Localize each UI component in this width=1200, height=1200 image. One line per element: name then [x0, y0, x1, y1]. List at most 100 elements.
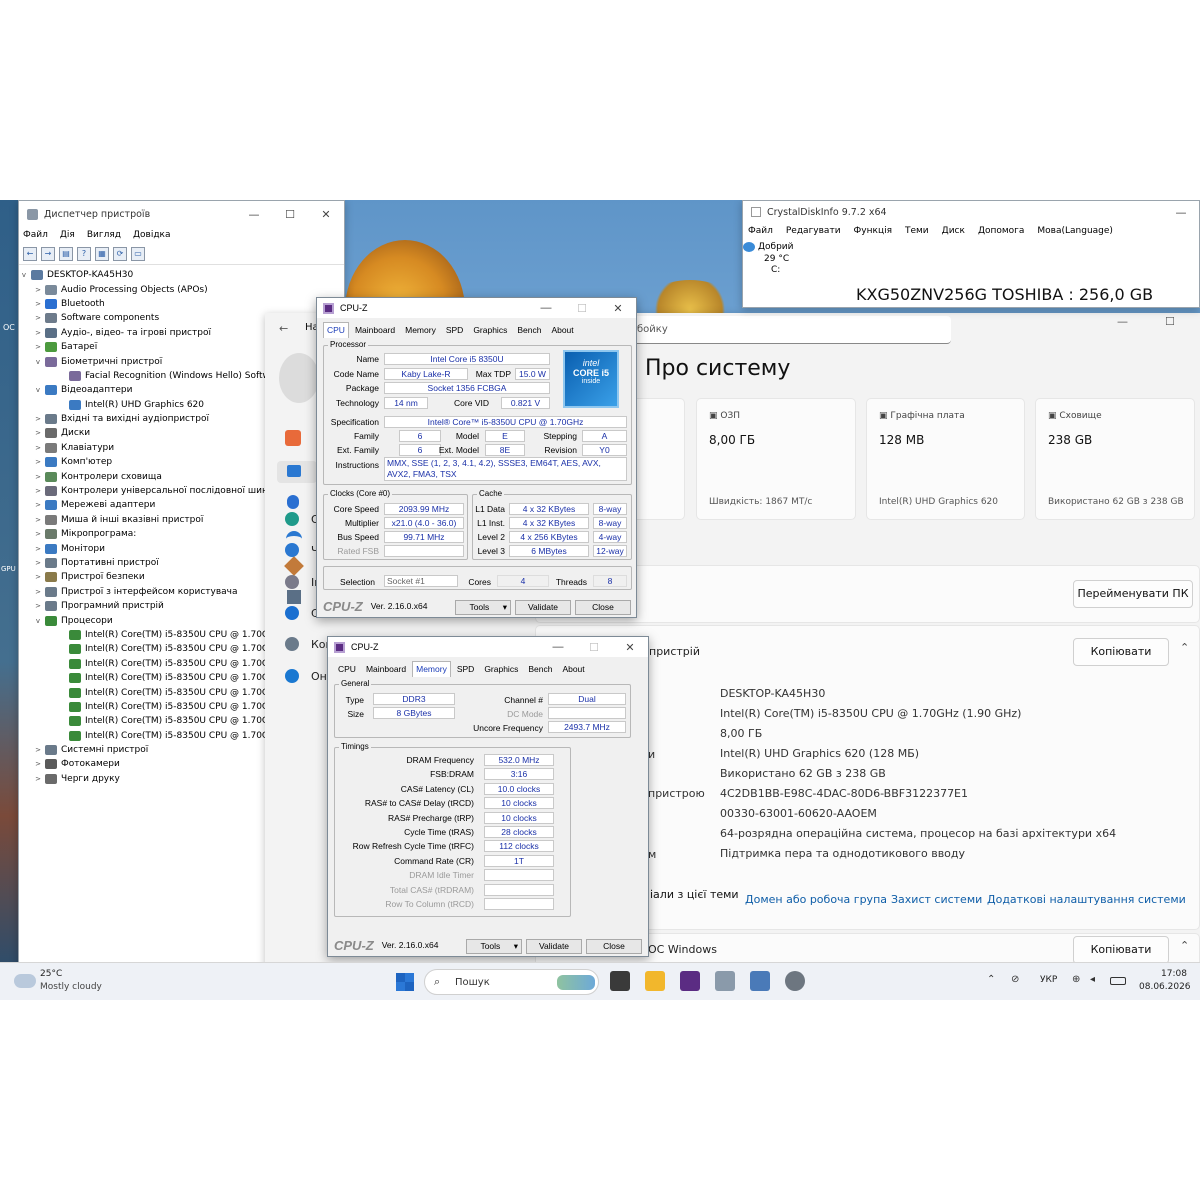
- clock-date[interactable]: 08.06.2026: [1139, 982, 1191, 992]
- link-advanced-settings[interactable]: Додаткові налаштування системи: [987, 893, 1186, 906]
- menu-item[interactable]: Файл: [748, 226, 773, 236]
- weather-temp[interactable]: 25°C: [40, 969, 62, 979]
- menu-item[interactable]: Теми: [905, 226, 929, 236]
- crystaldiskinfo-taskbar-icon[interactable]: [750, 971, 770, 991]
- back-arrow-icon[interactable]: ←: [23, 246, 37, 261]
- expand-icon[interactable]: >: [33, 329, 43, 337]
- menu-help[interactable]: Довідка: [133, 230, 171, 240]
- link-system-protection[interactable]: Захист системи: [891, 893, 982, 906]
- expand-icon[interactable]: >: [33, 343, 43, 351]
- expand-icon[interactable]: >: [33, 775, 43, 783]
- search-input[interactable]: бойку: [633, 316, 951, 344]
- tree-item[interactable]: > Bluetooth: [19, 297, 344, 311]
- device-manager-titlebar[interactable]: Диспетчер пристроїв — ☐ ✕: [19, 201, 344, 227]
- properties-icon[interactable]: ▤: [59, 246, 73, 261]
- expand-icon[interactable]: >: [33, 501, 43, 509]
- tools-button[interactable]: Tools ▾: [455, 600, 511, 615]
- nav-item[interactable]: Кон: [285, 637, 333, 651]
- settings-gear-icon[interactable]: [785, 971, 805, 991]
- expand-icon[interactable]: >: [33, 760, 43, 768]
- expand-icon[interactable]: >: [33, 602, 43, 610]
- health-status[interactable]: Добрий: [758, 242, 794, 252]
- nav-item[interactable]: Он: [285, 669, 327, 683]
- forward-arrow-icon[interactable]: →: [41, 246, 55, 261]
- network-off-icon[interactable]: ⊘: [1011, 974, 1019, 985]
- collapse-icon[interactable]: v: [33, 617, 43, 625]
- expand-icon[interactable]: >: [33, 487, 43, 495]
- apps-icon[interactable]: [287, 590, 301, 604]
- scan-hardware-icon[interactable]: ⟳: [113, 246, 127, 261]
- menu-item[interactable]: Мова(Language): [1037, 226, 1113, 236]
- menu-item[interactable]: Диск: [942, 226, 965, 236]
- close-button[interactable]: Close: [586, 939, 642, 954]
- cpuz-titlebar[interactable]: CPU-Z — ☐ ✕: [317, 298, 636, 318]
- expand-icon[interactable]: >: [33, 415, 43, 423]
- rename-pc-button[interactable]: Перейменувати ПК: [1073, 580, 1193, 608]
- start-button[interactable]: [396, 973, 414, 991]
- expand-icon[interactable]: >: [33, 473, 43, 481]
- collapse-icon[interactable]: v: [33, 358, 43, 366]
- link-domain[interactable]: Домен або робоча група: [745, 893, 887, 906]
- expand-icon[interactable]: >: [33, 545, 43, 553]
- close-button[interactable]: ✕: [308, 208, 344, 221]
- maximize-button[interactable]: ☐: [1165, 315, 1175, 328]
- crystal-titlebar[interactable]: CrystalDiskInfo 9.7.2 x64 —: [743, 201, 1199, 223]
- volume-icon[interactable]: ◂: [1090, 974, 1095, 985]
- personalization-icon[interactable]: [284, 556, 304, 576]
- tab-about[interactable]: About: [558, 661, 588, 677]
- tree-root[interactable]: v DESKTOP-KA45H30: [19, 268, 344, 282]
- collapse-icon[interactable]: v: [33, 386, 43, 394]
- device-manager-taskbar-icon[interactable]: [715, 971, 735, 991]
- expand-icon[interactable]: >: [33, 444, 43, 452]
- weather-cloud-icon[interactable]: [14, 974, 36, 988]
- close-button[interactable]: ✕: [600, 302, 636, 315]
- minimize-button[interactable]: —: [236, 208, 272, 221]
- file-explorer-icon[interactable]: [645, 971, 665, 991]
- expand-icon[interactable]: >: [33, 573, 43, 581]
- copy-button[interactable]: Копіювати: [1073, 638, 1169, 666]
- task-view-icon[interactable]: [610, 971, 630, 991]
- expand-icon[interactable]: >: [33, 429, 43, 437]
- language-indicator[interactable]: УКР: [1040, 975, 1057, 985]
- minimize-button[interactable]: —: [1117, 315, 1128, 328]
- home-icon[interactable]: [285, 430, 301, 446]
- wifi-icon[interactable]: [286, 531, 302, 541]
- collapse-icon[interactable]: v: [19, 271, 29, 279]
- cpuz-titlebar[interactable]: CPU-Z — ☐ ✕: [328, 637, 648, 657]
- expand-icon[interactable]: >: [33, 588, 43, 596]
- tree-item[interactable]: > Audio Processing Objects (APOs): [19, 282, 344, 296]
- weather-desc[interactable]: Mostly cloudy: [40, 982, 102, 992]
- details-icon[interactable]: ▦: [95, 246, 109, 261]
- validate-button[interactable]: Validate: [515, 600, 571, 615]
- tab-memory[interactable]: Memory: [412, 661, 451, 677]
- tab-memory[interactable]: Memory: [401, 322, 440, 338]
- globe-icon[interactable]: ⊕: [1072, 974, 1080, 985]
- maximize-button[interactable]: ☐: [272, 208, 308, 221]
- maximize-button[interactable]: ☐: [564, 302, 600, 315]
- minimize-button[interactable]: —: [1163, 206, 1199, 219]
- menu-item[interactable]: Функція: [854, 226, 892, 236]
- expand-icon[interactable]: >: [33, 286, 43, 294]
- copy-button[interactable]: Копіювати: [1073, 936, 1169, 964]
- tab-cpu[interactable]: CPU: [323, 322, 349, 338]
- tab-graphics[interactable]: Graphics: [469, 322, 511, 338]
- expand-icon[interactable]: >: [33, 300, 43, 308]
- menu-action[interactable]: Дія: [60, 230, 75, 240]
- expand-icon[interactable]: >: [33, 516, 43, 524]
- validate-button[interactable]: Validate: [526, 939, 582, 954]
- tab-cpu[interactable]: CPU: [334, 661, 360, 677]
- avatar[interactable]: [279, 353, 319, 403]
- menu-item[interactable]: Редагувати: [786, 226, 841, 236]
- tab-bench[interactable]: Bench: [513, 322, 545, 338]
- expand-icon[interactable]: >: [33, 458, 43, 466]
- tools-button[interactable]: Tools ▾: [466, 939, 522, 954]
- tab-spd[interactable]: SPD: [442, 322, 467, 338]
- chevron-up-icon[interactable]: ⌃: [987, 974, 995, 985]
- clock-time[interactable]: 17:08: [1161, 969, 1187, 979]
- close-button[interactable]: Close: [575, 600, 631, 615]
- menu-view[interactable]: Вигляд: [87, 230, 121, 240]
- tab-mainboard[interactable]: Mainboard: [362, 661, 410, 677]
- menu-file[interactable]: Файл: [23, 230, 48, 240]
- expand-icon[interactable]: >: [33, 559, 43, 567]
- tab-bench[interactable]: Bench: [524, 661, 556, 677]
